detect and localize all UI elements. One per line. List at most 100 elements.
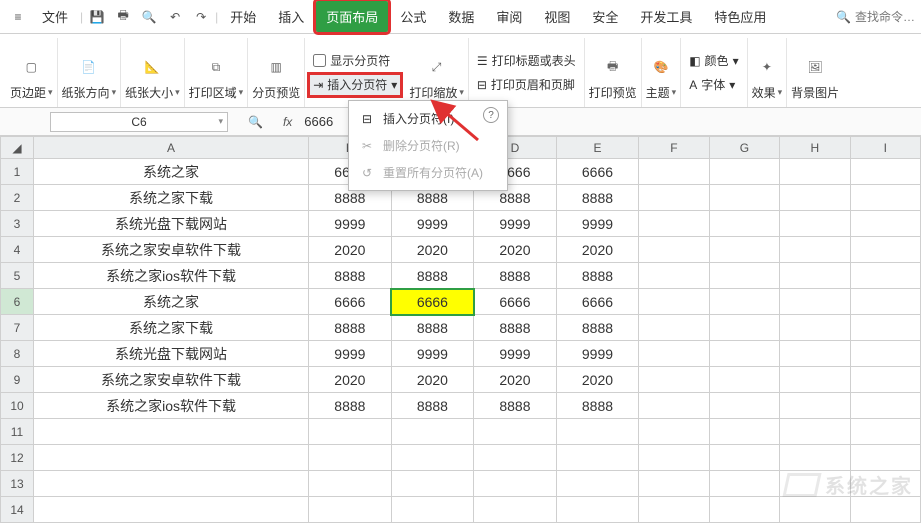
cell[interactable]: 系统之家安卓软件下载 — [34, 237, 309, 263]
cell[interactable] — [309, 471, 392, 497]
theme-button[interactable]: 🎨 主题▾ — [642, 38, 682, 107]
cell[interactable] — [639, 159, 709, 185]
cell[interactable] — [850, 159, 921, 185]
cell[interactable]: 系统之家下载 — [34, 185, 309, 211]
cell[interactable] — [780, 211, 850, 237]
tab-view[interactable]: 视图 — [534, 1, 580, 32]
cell[interactable]: 2020 — [556, 237, 639, 263]
cell[interactable] — [850, 211, 921, 237]
cell[interactable]: 8888 — [556, 393, 639, 419]
cell[interactable] — [639, 211, 709, 237]
colors-button[interactable]: ◧颜色▾ — [685, 50, 742, 72]
row-header[interactable]: 10 — [1, 393, 34, 419]
cell[interactable] — [639, 237, 709, 263]
fonts-button[interactable]: A字体▾ — [685, 74, 742, 96]
help-icon[interactable]: ? — [483, 107, 499, 123]
cell[interactable]: 2020 — [309, 367, 392, 393]
formula-value[interactable]: 6666 — [304, 114, 333, 129]
cell[interactable]: 9999 — [391, 341, 474, 367]
cell[interactable]: 9999 — [556, 341, 639, 367]
tab-data[interactable]: 数据 — [438, 1, 484, 32]
insert-page-break-button[interactable]: ⇥ 插入分页符▾ — [309, 74, 401, 96]
cell[interactable] — [709, 419, 779, 445]
name-box[interactable]: C6 ▾ — [50, 112, 228, 132]
cell[interactable] — [391, 497, 474, 523]
cell[interactable] — [639, 419, 709, 445]
cell[interactable]: 9999 — [474, 341, 557, 367]
cell[interactable] — [709, 393, 779, 419]
save-icon[interactable]: 💾 — [85, 5, 109, 29]
margins-button[interactable]: ▢ 页边距▾ — [6, 38, 58, 107]
cell[interactable] — [556, 471, 639, 497]
cell[interactable]: 8888 — [474, 263, 557, 289]
tab-security[interactable]: 安全 — [582, 1, 628, 32]
cell[interactable] — [34, 471, 309, 497]
cell[interactable] — [556, 419, 639, 445]
cell[interactable] — [850, 289, 921, 315]
cell[interactable] — [850, 237, 921, 263]
search-box[interactable]: 🔍 查找命令… — [836, 8, 915, 25]
cell[interactable]: 9999 — [474, 211, 557, 237]
cell[interactable]: 2020 — [474, 367, 557, 393]
cell[interactable] — [780, 497, 850, 523]
cell[interactable] — [709, 263, 779, 289]
col-header-H[interactable]: H — [780, 137, 850, 159]
cell[interactable]: 8888 — [474, 393, 557, 419]
cell[interactable] — [639, 341, 709, 367]
cell[interactable] — [850, 263, 921, 289]
cell[interactable] — [780, 263, 850, 289]
print-titles-button[interactable]: ☰打印标题或表头 — [473, 50, 580, 72]
cell[interactable] — [850, 497, 921, 523]
cell[interactable] — [709, 159, 779, 185]
cell[interactable] — [709, 315, 779, 341]
cell[interactable] — [639, 185, 709, 211]
tab-review[interactable]: 审阅 — [486, 1, 532, 32]
cell[interactable]: 8888 — [391, 315, 474, 341]
row-header[interactable]: 4 — [1, 237, 34, 263]
cell[interactable]: 系统之家 — [34, 289, 309, 315]
size-button[interactable]: 📐 纸张大小▾ — [121, 38, 185, 107]
header-footer-button[interactable]: ⊟打印页眉和页脚 — [473, 74, 580, 96]
cell[interactable]: 9999 — [556, 211, 639, 237]
cell[interactable] — [639, 263, 709, 289]
orientation-button[interactable]: 📄 纸张方向▾ — [58, 38, 122, 107]
col-header-E[interactable]: E — [556, 137, 639, 159]
cell[interactable]: 系统之家下载 — [34, 315, 309, 341]
undo-icon[interactable]: ↶ — [163, 5, 187, 29]
zoom-icon[interactable]: 🔍 — [248, 115, 263, 129]
background-button[interactable]: 🖼 背景图片 — [787, 38, 843, 107]
cell[interactable] — [639, 393, 709, 419]
row-header[interactable]: 13 — [1, 471, 34, 497]
cell[interactable]: 2020 — [391, 237, 474, 263]
cell[interactable] — [850, 419, 921, 445]
cell[interactable]: 系统光盘下载网站 — [34, 211, 309, 237]
row-header[interactable]: 1 — [1, 159, 34, 185]
tab-special[interactable]: 特色应用 — [704, 1, 776, 32]
cell[interactable] — [709, 367, 779, 393]
cell[interactable] — [309, 419, 392, 445]
cell[interactable] — [709, 445, 779, 471]
row-header[interactable]: 14 — [1, 497, 34, 523]
cell[interactable] — [639, 315, 709, 341]
tab-formula[interactable]: 公式 — [390, 1, 436, 32]
cell[interactable] — [709, 185, 779, 211]
cell[interactable] — [474, 445, 557, 471]
preview-icon[interactable]: 🔍 — [137, 5, 161, 29]
cell[interactable] — [709, 289, 779, 315]
tab-page-layout[interactable]: 页面布局 — [316, 1, 388, 32]
cell[interactable]: 系统之家安卓软件下载 — [34, 367, 309, 393]
row-header[interactable]: 12 — [1, 445, 34, 471]
page-preview-button[interactable]: ▥ 分页预览 — [248, 38, 305, 107]
cell[interactable] — [780, 237, 850, 263]
cell[interactable] — [309, 445, 392, 471]
cell[interactable]: 8888 — [556, 263, 639, 289]
cell[interactable] — [34, 445, 309, 471]
cell[interactable] — [780, 393, 850, 419]
cell[interactable]: 8888 — [391, 393, 474, 419]
cell[interactable] — [391, 419, 474, 445]
cell[interactable]: 2020 — [309, 237, 392, 263]
cell[interactable] — [780, 341, 850, 367]
cell[interactable]: 2020 — [391, 367, 474, 393]
cell[interactable] — [639, 445, 709, 471]
cell[interactable] — [639, 289, 709, 315]
